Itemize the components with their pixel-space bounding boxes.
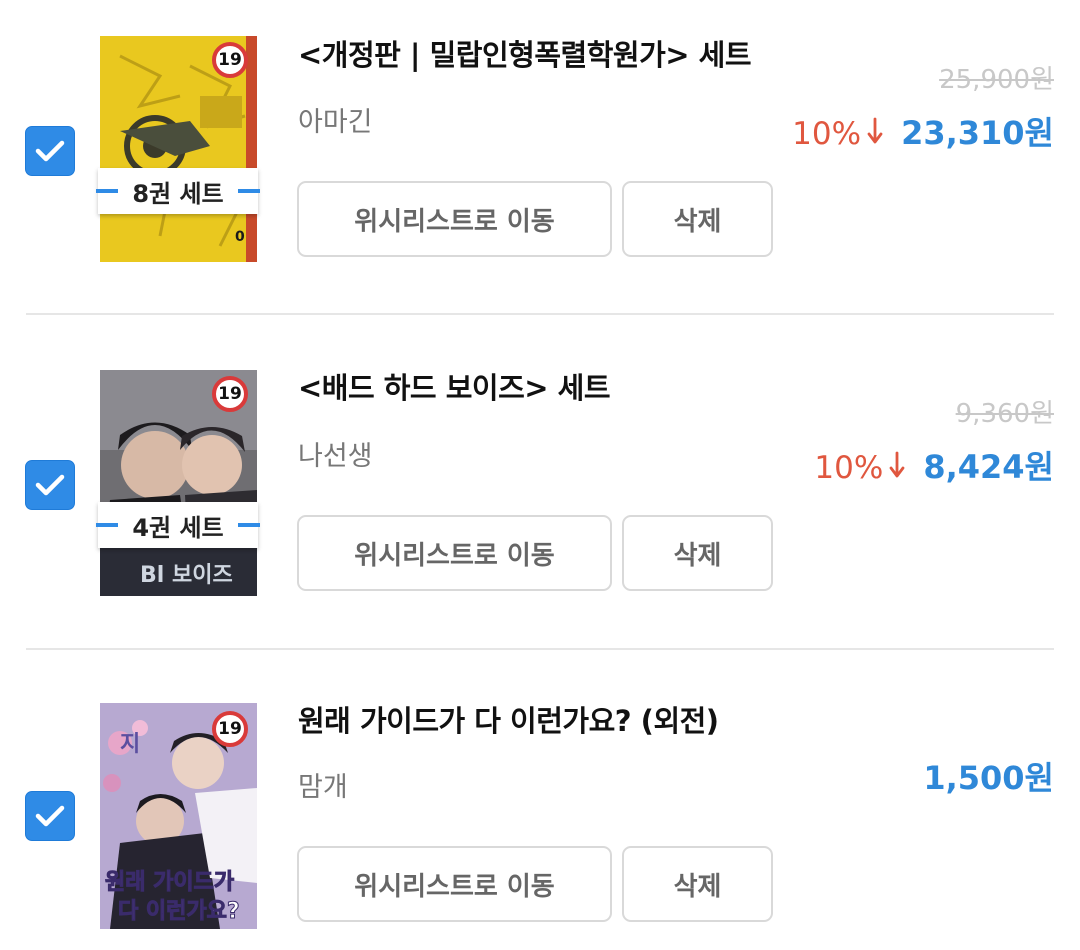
badge-dash bbox=[96, 523, 118, 527]
original-price: 25,900원 bbox=[939, 65, 1054, 95]
book-author[interactable]: 맘개 bbox=[298, 765, 348, 804]
badge-dash bbox=[96, 189, 118, 193]
delete-button[interactable]: 삭제 bbox=[622, 515, 773, 591]
svg-text:지: 지 bbox=[120, 732, 140, 757]
svg-text:원래 가이드가: 원래 가이드가 bbox=[105, 870, 234, 895]
set-count-label: 8권 세트 bbox=[132, 179, 224, 208]
check-icon bbox=[35, 140, 65, 162]
item-divider bbox=[26, 313, 1054, 315]
sale-price: 8,424원 bbox=[923, 448, 1054, 486]
svg-text:Bl 보이즈: Bl 보이즈 bbox=[140, 563, 233, 588]
check-icon bbox=[35, 805, 65, 827]
price-row: 1,500원 bbox=[923, 753, 1054, 799]
svg-text:다 이런가요?: 다 이런가요? bbox=[118, 899, 240, 924]
badge-dash bbox=[238, 189, 260, 193]
price-row: 10% 8,424원 bbox=[814, 442, 1054, 488]
move-to-wishlist-button[interactable]: 위시리스트로 이동 bbox=[297, 515, 612, 591]
price-row: 10% 23,310원 bbox=[792, 108, 1054, 154]
set-count-badge: 8권 세트 bbox=[96, 168, 260, 214]
discount-rate: 10% bbox=[814, 450, 884, 486]
book-author[interactable]: 아마긴 bbox=[298, 100, 373, 139]
discount-rate: 10% bbox=[792, 116, 862, 152]
book-author[interactable]: 나선생 bbox=[298, 434, 373, 473]
item-checkbox[interactable] bbox=[25, 460, 75, 510]
arrow-down-icon bbox=[867, 117, 883, 144]
age-19-badge: 19 bbox=[212, 711, 248, 747]
book-title[interactable]: <개정판 | 밀랍인형폭렬학원가> 세트 bbox=[298, 32, 752, 74]
delete-button[interactable]: 삭제 bbox=[622, 181, 773, 257]
delete-button[interactable]: 삭제 bbox=[622, 846, 773, 922]
move-to-wishlist-button[interactable]: 위시리스트로 이동 bbox=[297, 846, 612, 922]
set-count-label: 4권 세트 bbox=[132, 513, 224, 542]
arrow-down-icon bbox=[889, 451, 905, 478]
book-title[interactable]: <배드 하드 보이즈> 세트 bbox=[298, 365, 611, 407]
item-checkbox[interactable] bbox=[25, 126, 75, 176]
item-divider bbox=[26, 648, 1054, 650]
sale-price: 1,500원 bbox=[923, 759, 1054, 797]
original-price: 9,360원 bbox=[955, 399, 1054, 429]
age-19-badge: 19 bbox=[212, 42, 248, 78]
move-to-wishlist-button[interactable]: 위시리스트로 이동 bbox=[297, 181, 612, 257]
age-19-badge: 19 bbox=[212, 376, 248, 412]
badge-dash bbox=[238, 523, 260, 527]
set-count-badge: 4권 세트 bbox=[96, 502, 260, 548]
book-title[interactable]: 원래 가이드가 다 이런가요? (외전) bbox=[298, 698, 719, 740]
check-icon bbox=[35, 474, 65, 496]
item-checkbox[interactable] bbox=[25, 791, 75, 841]
sale-price: 23,310원 bbox=[901, 114, 1054, 152]
